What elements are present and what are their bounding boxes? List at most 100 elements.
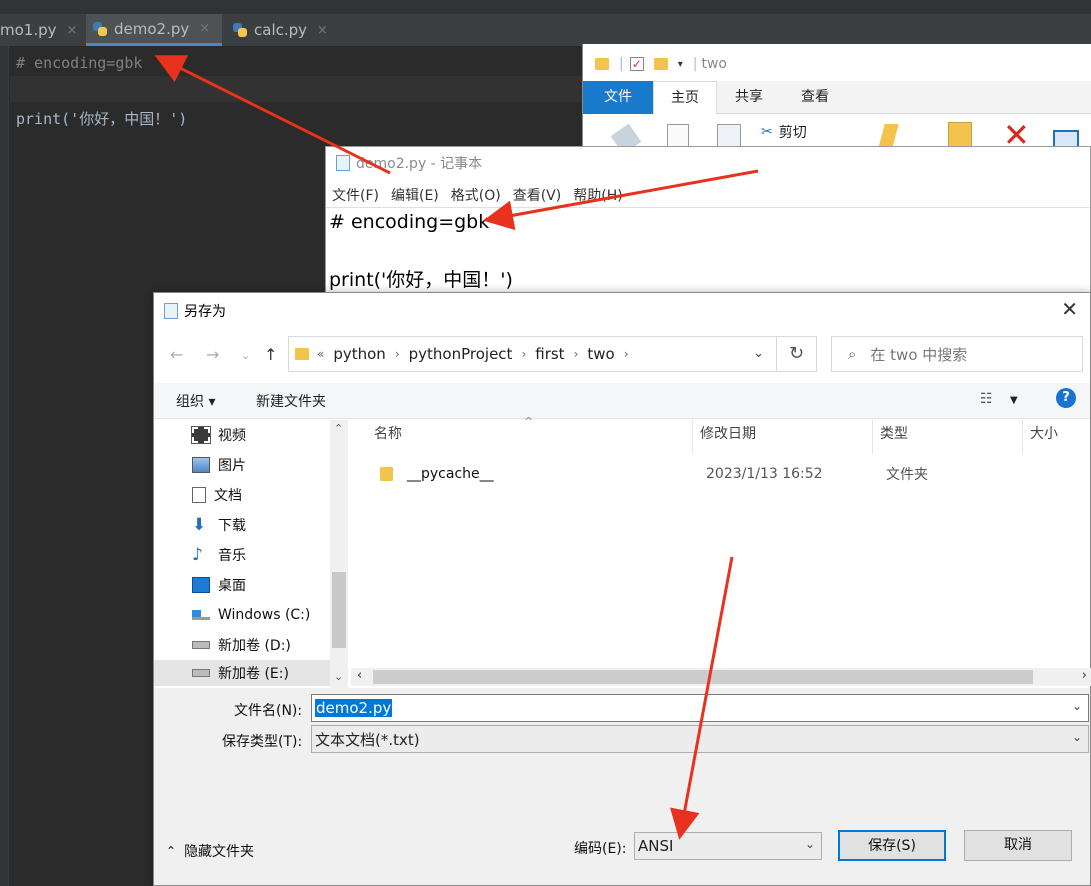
- address-dropdown-icon[interactable]: ⌄: [753, 346, 764, 361]
- ribbon-tab-file[interactable]: 文件: [583, 81, 653, 114]
- nav-item-documents[interactable]: 文档: [192, 482, 242, 508]
- ide-top-strip: [0, 0, 1091, 14]
- breadcrumb-overflow[interactable]: «: [317, 347, 324, 361]
- scroll-up-icon[interactable]: ⌃: [334, 422, 343, 435]
- nav-item-drive-c[interactable]: Windows (C:): [192, 602, 310, 628]
- breadcrumb-pythonproject[interactable]: pythonProject: [409, 345, 513, 363]
- ribbon-tabs: 文件 主页 共享 查看: [583, 81, 1091, 114]
- view-options-icon[interactable]: ☷: [980, 391, 993, 407]
- filetype-select[interactable]: 文本文档(*.txt) ⌄: [311, 725, 1089, 753]
- organize-button[interactable]: 组织 ▾: [176, 391, 215, 411]
- breadcrumb-first[interactable]: first: [535, 345, 564, 363]
- filename-value: demo2.py: [315, 699, 393, 717]
- column-name[interactable]: 名称: [374, 423, 402, 443]
- nav-item-pictures[interactable]: 图片: [192, 452, 246, 478]
- search-box[interactable]: ⌕ 在 two 中搜索: [831, 336, 1083, 372]
- nav-item-desktop[interactable]: 桌面: [192, 572, 246, 598]
- chevron-down-icon[interactable]: ▾: [678, 59, 683, 70]
- column-divider[interactable]: [1022, 420, 1023, 454]
- scroll-left-icon[interactable]: ‹: [357, 668, 362, 683]
- filetype-label: 保存类型(T):: [222, 734, 303, 750]
- close-icon[interactable]: ×: [199, 21, 210, 36]
- chevron-right-icon[interactable]: ›: [521, 347, 526, 361]
- nav-item-videos[interactable]: 视频: [191, 422, 246, 448]
- back-arrow-icon[interactable]: ←: [170, 345, 183, 364]
- nav-item-drive-e[interactable]: 新加卷 (E:): [154, 660, 330, 686]
- tab-label: calc.py: [254, 21, 308, 39]
- nav-item-downloads[interactable]: ⬇ 下载: [192, 512, 246, 538]
- navigation-pane: 视频 图片 文档 ⬇ 下载 ♪ 音乐 桌面 Windows (C:) 新加卷 (…: [154, 420, 348, 688]
- help-icon[interactable]: ?: [1056, 388, 1076, 408]
- column-type[interactable]: 类型: [880, 423, 908, 443]
- column-size[interactable]: 大小: [1030, 423, 1058, 443]
- chevron-down-icon[interactable]: ⌄: [805, 837, 815, 851]
- column-divider[interactable]: [872, 420, 873, 454]
- close-button[interactable]: ✕: [1061, 297, 1078, 321]
- folder-icon: [595, 58, 609, 70]
- new-folder-button[interactable]: 新建文件夹: [256, 391, 326, 411]
- nav-scrollbar[interactable]: ⌃ ⌄: [330, 420, 348, 688]
- nav-label: 新加卷 (D:): [218, 638, 291, 654]
- encoding-value: ANSI: [638, 837, 674, 855]
- save-button[interactable]: 保存(S): [838, 830, 946, 861]
- scroll-right-icon[interactable]: ›: [1082, 668, 1087, 683]
- chevron-down-icon[interactable]: ⌄: [241, 349, 250, 362]
- breadcrumb-python[interactable]: python: [333, 345, 385, 363]
- tab-demo2[interactable]: demo2.py ×: [86, 14, 222, 46]
- scrollbar-thumb[interactable]: [332, 572, 346, 648]
- file-row[interactable]: __pycache__ 2023/1/13 16:52 文件夹: [370, 461, 1090, 487]
- python-file-icon: [232, 22, 248, 38]
- code-line-3: print('你好，中国！'): [16, 110, 188, 128]
- nav-label: 文档: [214, 488, 242, 504]
- menu-format[interactable]: 格式(O): [451, 185, 501, 205]
- chevron-up-icon: ⌃: [166, 844, 177, 858]
- ribbon-tab-share[interactable]: 共享: [719, 81, 779, 114]
- notepad-title-bar: demo2.py - 记事本: [336, 153, 482, 173]
- cancel-button[interactable]: 取消: [964, 830, 1072, 861]
- chevron-right-icon[interactable]: ›: [574, 347, 579, 361]
- picture-icon: [192, 457, 210, 473]
- folder-icon: [380, 467, 393, 481]
- checkbox-icon[interactable]: ✓: [629, 57, 644, 71]
- encoding-select[interactable]: ANSI ⌄: [634, 832, 822, 860]
- tab-calc[interactable]: calc.py ×: [226, 14, 334, 46]
- scroll-down-icon[interactable]: ⌄: [334, 670, 343, 683]
- close-icon[interactable]: ×: [67, 23, 78, 38]
- nav-label: 视频: [218, 428, 246, 444]
- cut-button[interactable]: ✂ 剪切: [761, 122, 807, 142]
- chevron-down-icon[interactable]: ▼: [1010, 395, 1018, 406]
- close-icon[interactable]: ×: [317, 23, 328, 38]
- chevron-down-icon[interactable]: ⌄: [1072, 699, 1082, 713]
- refresh-icon[interactable]: ↻: [777, 336, 817, 372]
- horizontal-scrollbar[interactable]: ‹ ›: [351, 668, 1091, 686]
- column-date[interactable]: 修改日期: [700, 423, 756, 443]
- filename-input[interactable]: demo2.py ⌄: [311, 694, 1089, 722]
- search-placeholder: 在 two 中搜索: [870, 345, 968, 364]
- hide-folders-toggle[interactable]: ⌃ 隐藏文件夹: [166, 841, 254, 861]
- tab-demo1[interactable]: mo1.py ×: [0, 14, 83, 46]
- menu-view[interactable]: 查看(V): [513, 185, 562, 205]
- menu-help[interactable]: 帮助(H): [573, 185, 622, 205]
- save-as-dialog: 另存为 ✕ ← → ⌄ ↑ « python › pythonProject ›…: [153, 292, 1091, 886]
- filetype-value: 文本文档(*.txt): [315, 730, 420, 749]
- menu-edit[interactable]: 编辑(E): [391, 185, 439, 205]
- ribbon-tab-home[interactable]: 主页: [653, 81, 717, 114]
- menu-file[interactable]: 文件(F): [332, 185, 379, 205]
- up-arrow-icon[interactable]: ↑: [264, 345, 277, 364]
- nav-item-music[interactable]: ♪ 音乐: [192, 542, 246, 568]
- forward-arrow-icon[interactable]: →: [206, 345, 219, 364]
- chevron-right-icon[interactable]: ›: [395, 347, 400, 361]
- scrollbar-thumb[interactable]: [373, 670, 1033, 684]
- nav-label: 音乐: [218, 548, 246, 564]
- chevron-down-icon[interactable]: ⌄: [1072, 730, 1082, 744]
- column-divider[interactable]: [692, 420, 693, 454]
- chevron-right-icon[interactable]: ›: [624, 347, 629, 361]
- folder-icon: [295, 348, 309, 360]
- video-icon: [191, 426, 211, 444]
- ribbon-tab-view[interactable]: 查看: [785, 81, 845, 114]
- divider: [326, 207, 1090, 208]
- address-bar[interactable]: « python › pythonProject › first › two ›…: [288, 336, 777, 372]
- hide-folders-label: 隐藏文件夹: [184, 844, 255, 860]
- nav-item-drive-d[interactable]: 新加卷 (D:): [192, 632, 291, 658]
- breadcrumb-two[interactable]: two: [587, 345, 614, 363]
